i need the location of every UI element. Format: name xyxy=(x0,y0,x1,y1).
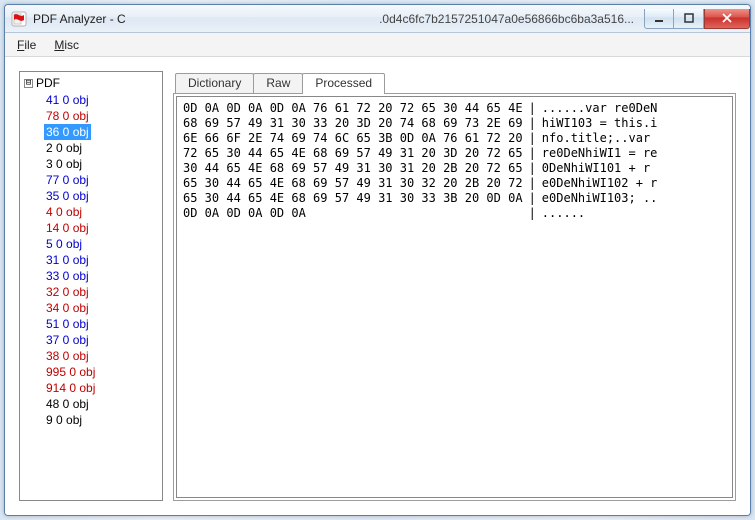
hex-bytes: 0D 0A 0D 0A 0D 0A xyxy=(183,206,523,221)
tree-item[interactable]: 5 0 obj xyxy=(44,236,160,252)
hex-separator: | xyxy=(523,101,542,116)
hex-ascii: nfo.title;..var xyxy=(542,131,658,146)
tree-item[interactable]: 37 0 obj xyxy=(44,332,160,348)
hex-bytes: 68 69 57 49 31 30 33 20 3D 20 74 68 69 7… xyxy=(183,116,523,131)
hex-row: 30 44 65 4E 68 69 57 49 31 30 31 20 2B 2… xyxy=(183,161,726,176)
tree-item[interactable]: 31 0 obj xyxy=(44,252,160,268)
tree-item[interactable]: 78 0 obj xyxy=(44,108,160,124)
tree-item[interactable]: 41 0 obj xyxy=(44,92,160,108)
tab-strip: DictionaryRawProcessed xyxy=(173,71,736,93)
hex-ascii: re0DeNhiWI1 = re xyxy=(542,146,658,161)
hex-bytes: 65 30 44 65 4E 68 69 57 49 31 30 33 3B 2… xyxy=(183,191,523,206)
tree-item[interactable]: 48 0 obj xyxy=(44,396,160,412)
tree-item[interactable]: 38 0 obj xyxy=(44,348,160,364)
hex-ascii: hiWI103 = this.i xyxy=(542,116,658,131)
tree-item[interactable]: 9 0 obj xyxy=(44,412,160,428)
hex-ascii: e0DeNhiWI102 + r xyxy=(542,176,658,191)
hex-separator: | xyxy=(523,146,542,161)
hex-ascii: e0DeNhiWI103; .. xyxy=(542,191,658,206)
window-title: PDF Analyzer - C xyxy=(33,12,146,26)
hex-separator: | xyxy=(523,191,542,206)
hex-separator: | xyxy=(523,161,542,176)
app-window: PDF Analyzer - C .0d4c6fc7b2157251047a0e… xyxy=(4,4,751,516)
hex-ascii: 0DeNhiWI101 + r xyxy=(542,161,650,176)
hex-bytes: 6E 66 6F 2E 74 69 74 6C 65 3B 0D 0A 76 6… xyxy=(183,131,523,146)
window-title-extra: .0d4c6fc7b2157251047a0e56866bc6ba3a516..… xyxy=(379,12,638,26)
hex-row: 65 30 44 65 4E 68 69 57 49 31 30 33 3B 2… xyxy=(183,191,726,206)
client-area: ⊟ PDF 41 0 obj78 0 obj36 0 obj2 0 obj3 0… xyxy=(5,57,750,515)
hex-row: 0D 0A 0D 0A 0D 0A |...... xyxy=(183,206,726,221)
tree-root[interactable]: ⊟ PDF xyxy=(22,74,160,92)
hex-view[interactable]: 0D 0A 0D 0A 0D 0A 76 61 72 20 72 65 30 4… xyxy=(176,96,733,498)
close-button[interactable] xyxy=(704,9,750,29)
tree-item[interactable]: 14 0 obj xyxy=(44,220,160,236)
maximize-button[interactable] xyxy=(674,9,704,29)
hex-row: 6E 66 6F 2E 74 69 74 6C 65 3B 0D 0A 76 6… xyxy=(183,131,726,146)
tree-item[interactable]: 995 0 obj xyxy=(44,364,160,380)
tree-item[interactable]: 36 0 obj xyxy=(44,124,91,140)
tree-collapse-icon[interactable]: ⊟ xyxy=(24,79,33,88)
tree-root-label: PDF xyxy=(36,76,60,90)
tree-item[interactable]: 3 0 obj xyxy=(44,156,160,172)
hex-separator: | xyxy=(523,116,542,131)
hex-bytes: 30 44 65 4E 68 69 57 49 31 30 31 20 2B 2… xyxy=(183,161,523,176)
hex-row: 65 30 44 65 4E 68 69 57 49 31 30 32 20 2… xyxy=(183,176,726,191)
hex-row: 72 65 30 44 65 4E 68 69 57 49 31 20 3D 2… xyxy=(183,146,726,161)
tree-item[interactable]: 34 0 obj xyxy=(44,300,160,316)
hex-bytes: 72 65 30 44 65 4E 68 69 57 49 31 20 3D 2… xyxy=(183,146,523,161)
tree-item[interactable]: 51 0 obj xyxy=(44,316,160,332)
hex-bytes: 65 30 44 65 4E 68 69 57 49 31 30 32 20 2… xyxy=(183,176,523,191)
app-icon xyxy=(11,11,27,27)
hex-bytes: 0D 0A 0D 0A 0D 0A 76 61 72 20 72 65 30 4… xyxy=(183,101,523,116)
titlebar[interactable]: PDF Analyzer - C .0d4c6fc7b2157251047a0e… xyxy=(5,5,750,33)
tree-item[interactable]: 32 0 obj xyxy=(44,284,160,300)
content-frame: 0D 0A 0D 0A 0D 0A 76 61 72 20 72 65 30 4… xyxy=(173,93,736,501)
menubar: File Misc xyxy=(5,33,750,57)
tree-item[interactable]: 33 0 obj xyxy=(44,268,160,284)
menu-misc[interactable]: Misc xyxy=(46,36,87,54)
right-panel: DictionaryRawProcessed 0D 0A 0D 0A 0D 0A… xyxy=(173,71,736,501)
tree-items: 41 0 obj78 0 obj36 0 obj2 0 obj3 0 obj77… xyxy=(22,92,160,428)
tree-item[interactable]: 77 0 obj xyxy=(44,172,160,188)
menu-file[interactable]: File xyxy=(9,36,44,54)
hex-row: 68 69 57 49 31 30 33 20 3D 20 74 68 69 7… xyxy=(183,116,726,131)
hex-ascii: ...... xyxy=(542,206,585,221)
object-tree[interactable]: ⊟ PDF 41 0 obj78 0 obj36 0 obj2 0 obj3 0… xyxy=(19,71,163,501)
hex-separator: | xyxy=(523,206,542,221)
tree-item[interactable]: 2 0 obj xyxy=(44,140,160,156)
tab-dictionary[interactable]: Dictionary xyxy=(175,73,254,93)
tree-item[interactable]: 914 0 obj xyxy=(44,380,160,396)
hex-separator: | xyxy=(523,176,542,191)
window-buttons xyxy=(644,9,750,29)
minimize-button[interactable] xyxy=(644,9,674,29)
tree-item[interactable]: 4 0 obj xyxy=(44,204,160,220)
hex-separator: | xyxy=(523,131,542,146)
hex-ascii: ......var re0DeN xyxy=(542,101,658,116)
tab-raw[interactable]: Raw xyxy=(253,73,303,93)
tree-item[interactable]: 35 0 obj xyxy=(44,188,160,204)
hex-row: 0D 0A 0D 0A 0D 0A 76 61 72 20 72 65 30 4… xyxy=(183,101,726,116)
tab-processed[interactable]: Processed xyxy=(302,73,385,94)
